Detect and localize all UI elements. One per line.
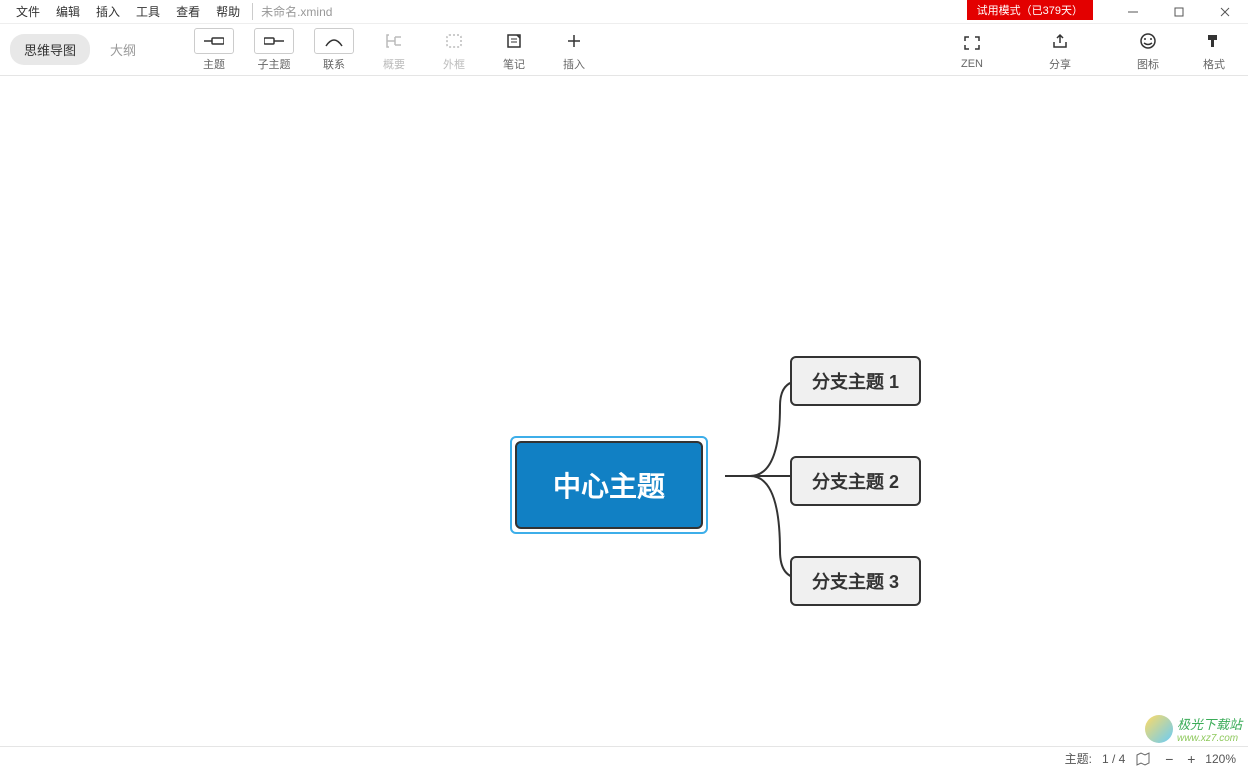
tool-icons-label: 图标 [1137, 56, 1159, 72]
statusbar: 主题: 1 / 4 − + 120% [0, 746, 1248, 770]
tool-subtopic-label: 子主题 [258, 56, 291, 72]
tool-group-far-right: 图标 格式 [1124, 26, 1238, 74]
tool-group-right: ZEN 分享 [948, 26, 1084, 74]
status-topic-count: 1 / 4 [1102, 752, 1125, 766]
zoom-out-button[interactable]: − [1161, 751, 1177, 767]
titlebar: 文件 编辑 插入 工具 查看 帮助 未命名.xmind 试用模式（已379天） [0, 0, 1248, 24]
maximize-button[interactable] [1156, 0, 1202, 24]
tool-share[interactable]: 分享 [1036, 26, 1084, 74]
insert-icon [554, 28, 594, 54]
view-tabs: 思维导图 大纲 [10, 34, 150, 65]
minimize-button[interactable] [1110, 0, 1156, 24]
zen-icon [952, 30, 992, 56]
summary-icon [374, 28, 414, 54]
zoom-controls: − + 120% [1161, 751, 1236, 767]
menu-tools[interactable]: 工具 [128, 0, 168, 23]
tab-outline[interactable]: 大纲 [96, 34, 150, 65]
relationship-icon [314, 28, 354, 54]
tool-format[interactable]: 格式 [1190, 26, 1238, 74]
status-topic-label: 主题: [1065, 750, 1092, 767]
menu-file[interactable]: 文件 [8, 0, 48, 23]
tab-mindmap[interactable]: 思维导图 [10, 34, 90, 65]
branch-topic-1[interactable]: 分支主题 1 [790, 356, 921, 406]
canvas[interactable]: 中心主题 分支主题 1 分支主题 2 分支主题 3 [0, 76, 1248, 746]
tool-icons[interactable]: 图标 [1124, 26, 1172, 74]
tool-insert[interactable]: 插入 [550, 26, 598, 74]
tool-topic-label: 主题 [203, 56, 225, 72]
smiley-icon [1128, 28, 1168, 54]
tool-summary[interactable]: 概要 [370, 26, 418, 74]
tool-share-label: 分享 [1049, 56, 1071, 72]
central-topic[interactable]: 中心主题 [515, 441, 703, 529]
zoom-level[interactable]: 120% [1205, 752, 1236, 766]
branch-topic-3[interactable]: 分支主题 3 [790, 556, 921, 606]
tool-boundary-label: 外框 [443, 56, 465, 72]
toolbar: 思维导图 大纲 主题 子主题 联系 概要 [0, 24, 1248, 76]
tool-zen-label: ZEN [961, 58, 983, 70]
menu-help[interactable]: 帮助 [208, 0, 248, 23]
window-controls [1110, 0, 1248, 24]
tool-relationship-label: 联系 [323, 56, 345, 72]
tool-relationship[interactable]: 联系 [310, 26, 358, 74]
menu-view[interactable]: 查看 [168, 0, 208, 23]
tool-notes-label: 笔记 [503, 56, 525, 72]
zoom-in-button[interactable]: + [1183, 751, 1199, 767]
menubar: 文件 编辑 插入 工具 查看 帮助 [0, 0, 248, 23]
tool-summary-label: 概要 [383, 56, 405, 72]
central-topic-selection: 中心主题 [510, 436, 708, 534]
tool-zen[interactable]: ZEN [948, 28, 996, 72]
topic-icon [194, 28, 234, 54]
tool-topic[interactable]: 主题 [190, 26, 238, 74]
minimap-icon[interactable] [1135, 751, 1151, 767]
menu-edit[interactable]: 编辑 [48, 0, 88, 23]
document-filename: 未命名.xmind [252, 3, 332, 20]
tool-subtopic[interactable]: 子主题 [250, 26, 298, 74]
share-icon [1040, 28, 1080, 54]
branch-topic-2[interactable]: 分支主题 2 [790, 456, 921, 506]
boundary-icon [434, 28, 474, 54]
subtopic-icon [254, 28, 294, 54]
tool-group-main: 主题 子主题 联系 概要 外框 [190, 26, 598, 74]
notes-icon [494, 28, 534, 54]
tool-notes[interactable]: 笔记 [490, 26, 538, 74]
close-button[interactable] [1202, 0, 1248, 24]
tool-format-label: 格式 [1203, 56, 1225, 72]
format-icon [1194, 28, 1234, 54]
tool-insert-label: 插入 [563, 56, 585, 72]
tool-boundary[interactable]: 外框 [430, 26, 478, 74]
trial-mode-badge[interactable]: 试用模式（已379天） [967, 0, 1093, 20]
menu-insert[interactable]: 插入 [88, 0, 128, 23]
